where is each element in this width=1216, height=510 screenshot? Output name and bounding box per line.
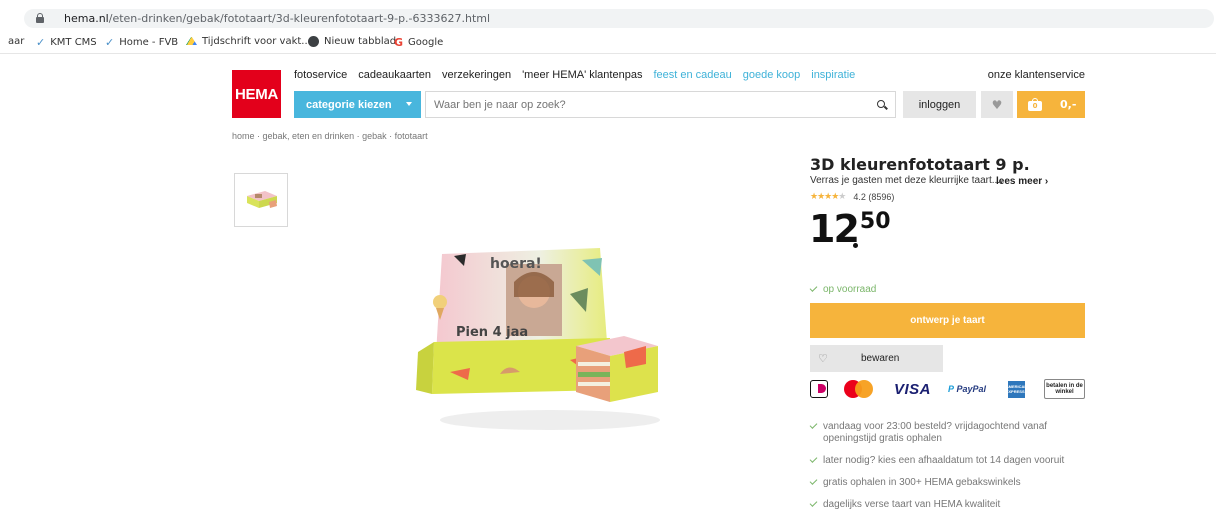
browser-address-bar: hema.nl/eten-drinken/gebak/fototaart/3d-… [0,0,1216,32]
globe-icon [308,36,319,47]
chevron-down-icon [406,102,412,106]
payment-methods: VISA P PayPal AMERICAN EXPRESS betalen i… [810,378,1085,400]
bookmark-nieuw-tabblad[interactable]: Nieuw tabblad [308,36,396,47]
cake-thumbnail-image [247,191,277,208]
price-euros: 12 [809,207,860,251]
lock-icon [36,13,44,23]
cart-total: 0,- [1060,98,1077,111]
usp-list: vandaag voor 23:00 besteld? vrijdagochte… [809,421,1090,510]
nav-klantenpas[interactable]: 'meer HEMA' klantenpas [522,69,642,85]
product-rating[interactable]: ★★★★★ 4.2 (8596) [810,192,894,202]
shopping-bag-icon: 0 [1028,98,1042,111]
paypal-icon: P PayPal [948,384,987,394]
list-item: vandaag voor 23:00 besteld? vrijdagochte… [809,421,1090,445]
hema-logo[interactable]: HEMA [232,70,281,118]
category-select-button[interactable]: categorie kiezen [294,91,421,118]
check-icon [809,421,818,429]
check-icon [809,499,818,507]
cake-text-top: hoera! [490,256,542,272]
list-item: gratis ophalen in 300+ HEMA gebakswinkel… [809,477,1090,489]
ideal-icon [810,378,830,400]
read-more-link[interactable]: lees meer › [996,176,1048,187]
login-button[interactable]: inloggen [903,91,976,118]
search-box [425,91,896,118]
cake-text-side: Pien 4 jaa [456,325,528,340]
heart-icon: ♥ [991,97,1003,112]
pay-in-store-icon: betalen in de winkel [1044,379,1085,399]
list-item: dagelijks verse taart van HEMA kwaliteit [809,499,1090,510]
visa-icon: VISA [894,380,932,398]
product-title: 3D kleurenfototaart 9 p. [810,155,1030,174]
bookmark-home-fvb[interactable]: ✓ Home - FVB [105,36,178,49]
product-subtitle: Verras je gasten met deze kleurrijke taa… [810,175,1003,186]
design-cake-button[interactable]: ontwerp je taart [810,303,1085,338]
list-item: later nodig? kies een afhaaldatum tot 14… [809,455,1090,467]
top-navigation: fotoservice cadeaukaarten verzekeringen … [294,69,866,85]
check-icon [809,455,818,463]
amex-icon: AMERICAN EXPRESS [1006,378,1027,400]
product-thumbnail[interactable] [234,173,288,227]
check-icon: ✓ [105,36,115,49]
url-text: hema.nl/eten-drinken/gebak/fototaart/3d-… [64,12,491,25]
product-price: 12 50 [809,207,891,251]
check-icon [809,283,818,292]
price-cents: 50 [859,209,891,234]
search-icon[interactable] [877,100,885,108]
bookmark-aar[interactable]: aar [8,36,24,47]
nav-verzekeringen[interactable]: verzekeringen [442,69,511,85]
nav-cadeaukaarten[interactable]: cadeaukaarten [358,69,431,85]
nav-feest-en-cadeau[interactable]: feest en cadeau [653,69,731,85]
bookmarks-bar: aar ✓ KMT CMS ✓ Home - FVB Tijdschrift voo… [0,32,1216,54]
rating-text: 4.2 (8596) [853,192,895,202]
check-icon [809,477,818,485]
check-icon: ✓ [36,36,46,49]
cart-count: 0 [1032,102,1038,110]
product-main-image: hoera! Pien 4 jaa [416,248,660,430]
nav-inspiratie[interactable]: inspiratie [811,69,855,85]
save-button[interactable]: ♡ bewaren [810,345,943,372]
mastercard-icon [844,378,876,400]
cart-button[interactable]: 0 0,- [1017,91,1085,118]
star-rating-icon: ★★★★★ [810,192,846,202]
bookmark-tijdschrift[interactable]: Tijdschrift voor vakt... [186,36,311,47]
breadcrumb[interactable]: home · gebak, eten en drinken · gebak · … [232,131,428,141]
heart-outline-icon: ♡ [818,353,828,365]
customer-service-link[interactable]: onze klantenservice [988,69,1085,81]
wishlist-button[interactable]: ♥ [981,91,1013,118]
stock-status: op voorraad [809,283,876,295]
bookmark-kmt-cms[interactable]: ✓ KMT CMS [36,36,97,49]
nav-fotoservice[interactable]: fotoservice [294,69,347,85]
drive-icon [186,36,197,45]
search-input[interactable] [434,97,854,113]
url-field[interactable]: hema.nl/eten-drinken/gebak/fototaart/3d-… [24,9,1214,28]
nav-goede-koop[interactable]: goede koop [743,69,801,85]
bookmark-google[interactable]: G Google [394,36,443,49]
google-icon: G [394,36,404,49]
